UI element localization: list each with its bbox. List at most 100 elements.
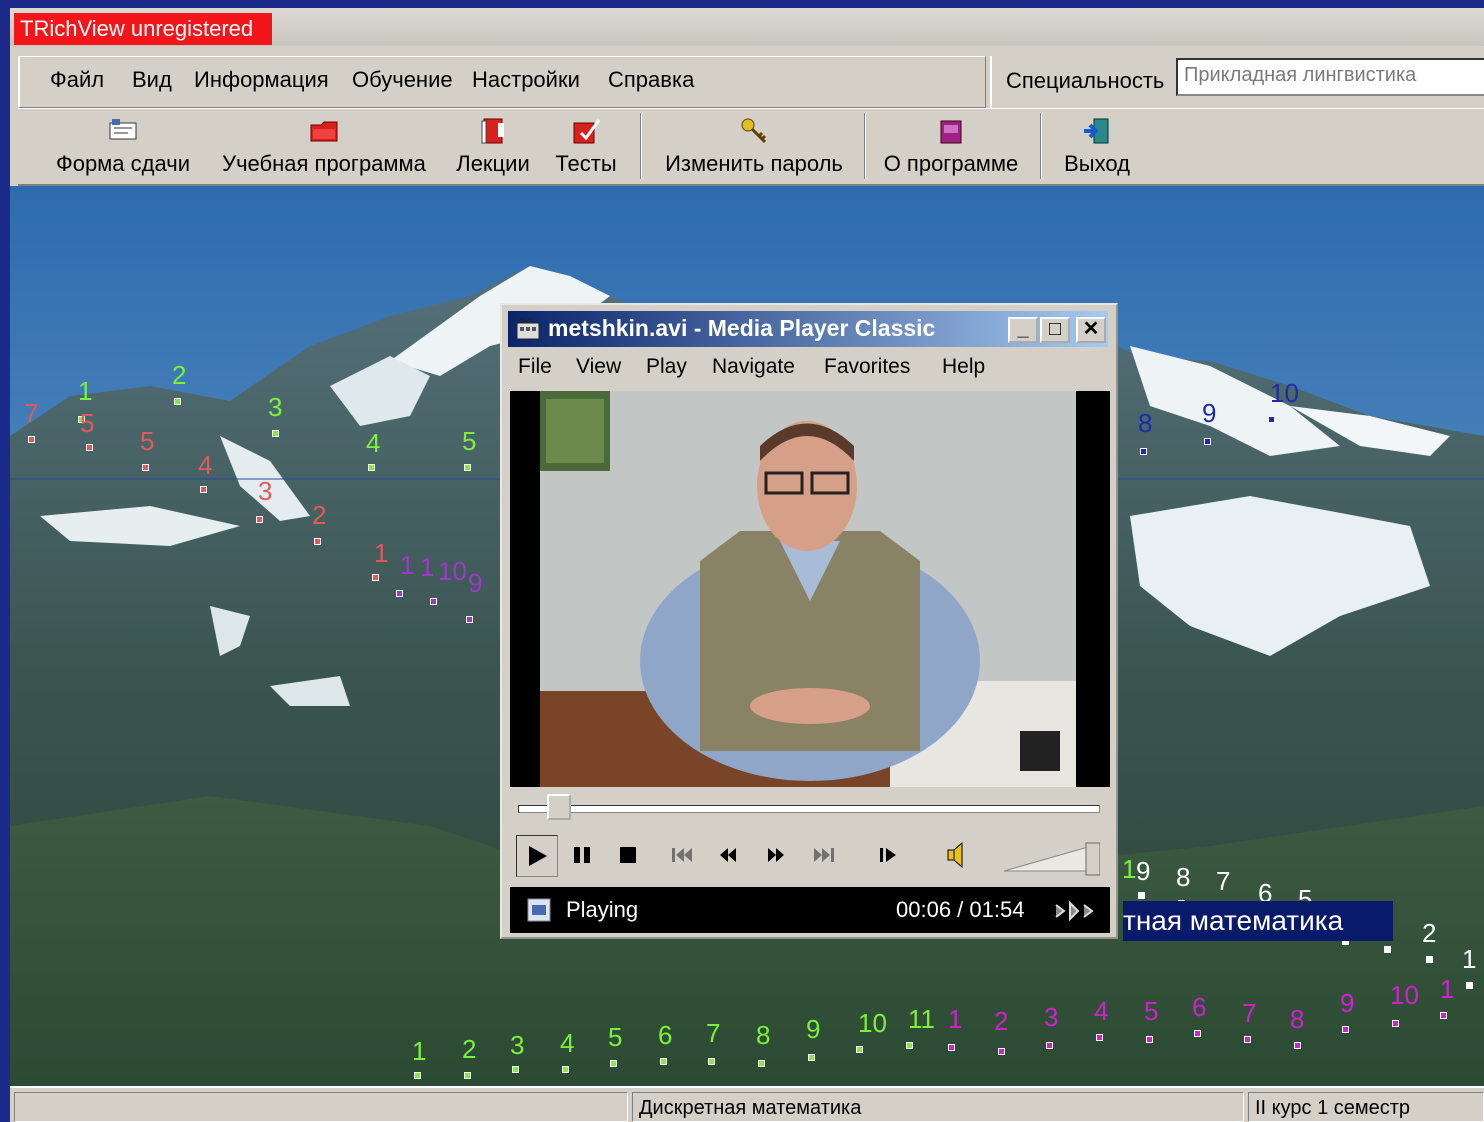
path-marker[interactable] (464, 1072, 471, 1079)
change-password-button[interactable]: Изменить пароль (654, 113, 854, 181)
path-marker[interactable] (1138, 892, 1145, 899)
path-marker[interactable] (200, 486, 207, 493)
curriculum-button[interactable]: Учебная программа (214, 113, 434, 181)
path-marker-label: 6 (658, 1020, 673, 1050)
audio-indicator-icon (1050, 899, 1098, 928)
close-button[interactable]: ✕ (1076, 317, 1106, 343)
stop-button[interactable] (608, 835, 648, 875)
submit-form-button[interactable]: Форма сдачи (48, 113, 198, 181)
menu-view[interactable]: Вид (132, 67, 172, 93)
path-marker[interactable] (906, 1042, 913, 1049)
path-marker[interactable] (256, 516, 263, 523)
video-frame[interactable] (510, 391, 1110, 787)
path-marker[interactable] (1392, 1020, 1399, 1027)
frame-step-button[interactable] (868, 835, 908, 875)
maximize-button[interactable]: □ (1040, 317, 1070, 343)
menu-help[interactable]: Справка (608, 67, 694, 93)
path-marker[interactable] (464, 464, 471, 471)
path-marker-label: 8 (1290, 1004, 1305, 1034)
previous-button[interactable] (662, 835, 702, 875)
tests-button[interactable]: Тесты (546, 113, 626, 181)
menu-settings[interactable]: Настройки (472, 67, 580, 93)
pause-button[interactable] (562, 835, 602, 875)
path-marker[interactable] (368, 464, 375, 471)
path-marker[interactable] (856, 1046, 863, 1053)
path-marker[interactable] (414, 1072, 421, 1079)
path-marker[interactable] (512, 1066, 519, 1073)
path-marker-label: 10 (438, 556, 467, 586)
path-marker[interactable] (1342, 1026, 1349, 1033)
player-menu-view[interactable]: View (576, 355, 621, 379)
path-marker[interactable] (1466, 982, 1473, 989)
specialty-field[interactable]: Прикладная лингвистика (1176, 58, 1484, 96)
path-marker[interactable] (808, 1054, 815, 1061)
path-marker[interactable] (1096, 1034, 1103, 1041)
path-marker[interactable] (948, 1044, 955, 1051)
skip-forward-icon (804, 848, 844, 880)
path-marker-label: 7 (1216, 866, 1231, 896)
lectures-button[interactable]: Лекции (448, 113, 538, 181)
path-marker-label: 9 (1202, 398, 1217, 428)
path-marker[interactable] (708, 1058, 715, 1065)
path-marker[interactable] (272, 430, 279, 437)
path-marker[interactable] (998, 1048, 1005, 1055)
path-marker-label: 5 (608, 1022, 623, 1052)
path-marker-label: 5 (1144, 996, 1159, 1026)
minimize-button[interactable]: _ (1008, 317, 1038, 343)
path-marker[interactable] (28, 436, 35, 443)
seek-bar[interactable] (518, 794, 1100, 820)
toolbar-separator (640, 113, 642, 179)
subject-path-label[interactable]: тная математика (1123, 901, 1393, 941)
mute-button[interactable] (938, 835, 978, 875)
seek-thumb[interactable] (547, 794, 571, 820)
path-marker[interactable] (1294, 1042, 1301, 1049)
player-title-bar[interactable]: metshkin.avi - Media Player Classic _ □ … (508, 311, 1108, 347)
rewind-button[interactable] (708, 835, 748, 875)
path-marker[interactable] (1426, 956, 1433, 963)
path-marker[interactable] (758, 1060, 765, 1067)
path-marker[interactable] (1140, 448, 1147, 455)
player-menu-help[interactable]: Help (942, 355, 985, 379)
stop-icon (608, 847, 648, 880)
path-marker[interactable] (1204, 438, 1211, 445)
path-marker[interactable] (610, 1060, 617, 1067)
path-marker[interactable] (1194, 1030, 1201, 1037)
path-marker[interactable] (142, 464, 149, 471)
player-menu-navigate[interactable]: Navigate (712, 355, 795, 379)
path-marker[interactable] (466, 616, 473, 623)
play-button[interactable] (516, 835, 558, 877)
player-title: metshkin.avi - Media Player Classic (548, 315, 936, 341)
path-marker-label: 3 (258, 476, 273, 506)
about-button[interactable]: О программе (876, 113, 1026, 181)
player-menu-favorites[interactable]: Favorites (824, 355, 910, 379)
path-marker[interactable] (396, 590, 403, 597)
path-marker[interactable] (1268, 416, 1275, 423)
change-password-label: Изменить пароль (665, 151, 843, 176)
exit-button[interactable]: Выход (1054, 113, 1140, 181)
menu-file[interactable]: Файл (50, 67, 104, 93)
path-marker-label: 1 (374, 538, 389, 568)
path-marker[interactable] (86, 444, 93, 451)
player-menu-file[interactable]: File (518, 355, 552, 379)
path-marker-label: 9 (806, 1014, 821, 1044)
path-marker[interactable] (1046, 1042, 1053, 1049)
path-marker[interactable] (1384, 946, 1391, 953)
path-marker-label: 10 (858, 1008, 887, 1038)
fast-forward-button[interactable] (756, 835, 796, 875)
path-marker[interactable] (430, 598, 437, 605)
next-button[interactable] (804, 835, 844, 875)
path-marker[interactable] (314, 538, 321, 545)
path-marker-label: 8 (1176, 862, 1191, 892)
path-marker[interactable] (372, 574, 379, 581)
menu-info[interactable]: Информация (194, 67, 329, 93)
path-marker[interactable] (1244, 1036, 1251, 1043)
player-menu-play[interactable]: Play (646, 355, 687, 379)
path-marker-label: 1 (948, 1004, 963, 1034)
path-marker[interactable] (562, 1066, 569, 1073)
path-marker[interactable] (1146, 1036, 1153, 1043)
volume-slider[interactable] (1003, 841, 1101, 877)
path-marker[interactable] (660, 1058, 667, 1065)
path-marker[interactable] (174, 398, 181, 405)
path-marker[interactable] (1440, 1012, 1447, 1019)
menu-learning[interactable]: Обучение (352, 67, 453, 93)
